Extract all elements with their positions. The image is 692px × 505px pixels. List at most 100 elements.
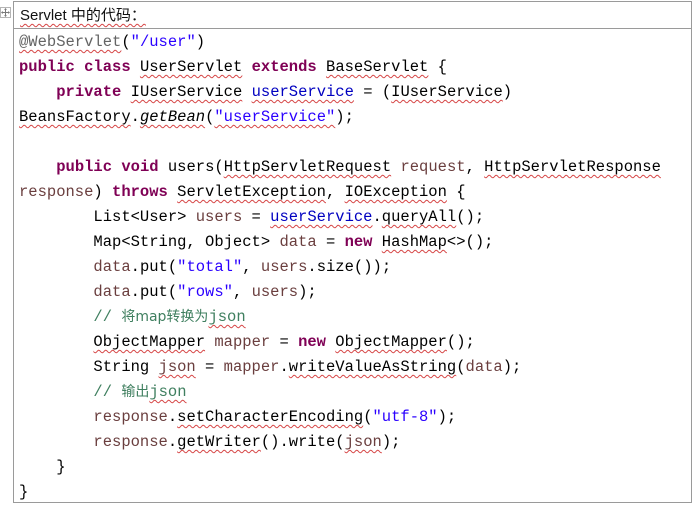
- code-token: writeValueAsString: [288, 358, 457, 376]
- code-token: .put(: [130, 258, 178, 276]
- code-token: <>();: [446, 233, 494, 251]
- code-token: HttpServletRequest: [223, 158, 392, 176]
- code-line: @WebServlet("/user"): [19, 30, 689, 55]
- code-line: response.getWriter().write(json);: [19, 430, 689, 455]
- code-token: (: [456, 358, 466, 376]
- code-table: Servlet 中的代码： @WebServlet("/user") public…: [13, 1, 692, 503]
- code-line: // 输出json: [19, 380, 689, 405]
- code-token: users: [251, 283, 299, 301]
- code-token: BaseServlet: [326, 58, 429, 76]
- code-line: public void users(HttpServletRequest req…: [19, 155, 689, 180]
- code-token: userService: [270, 208, 373, 226]
- code-token: }: [19, 483, 29, 501]
- code-line: List<User> users = userService.queryAll(…: [19, 205, 689, 230]
- code-line: public class UserServlet extends BaseSer…: [19, 55, 689, 80]
- code-line: data.put("rows", users);: [19, 280, 689, 305]
- code-token: (: [205, 108, 215, 126]
- code-token: ,: [242, 258, 261, 276]
- move-handle-icon[interactable]: [0, 5, 11, 18]
- code-token: getWriter: [177, 433, 261, 451]
- code-token: IUserService: [130, 83, 243, 101]
- code-token: (: [363, 408, 373, 426]
- code-token: //: [19, 308, 122, 326]
- code-token: users: [260, 258, 308, 276]
- code-token: userService: [251, 83, 354, 101]
- code-token: =: [270, 333, 299, 351]
- code-line: response.setCharacterEncoding("utf-8");: [19, 405, 689, 430]
- code-token: response: [93, 408, 168, 426]
- code-token: response: [19, 183, 94, 201]
- code-token: .: [130, 108, 140, 126]
- code-token: String: [19, 358, 159, 376]
- code-token: queryAll: [381, 208, 457, 226]
- code-token: ();: [446, 333, 475, 351]
- code-token: = (: [353, 83, 392, 101]
- code-token: data: [93, 258, 131, 276]
- code-line: ObjectMapper mapper = new ObjectMapper()…: [19, 330, 689, 355]
- code-token: users: [195, 208, 243, 226]
- code-token: ServletException: [177, 183, 326, 201]
- code-token: {: [446, 183, 466, 201]
- code-token: data: [279, 233, 317, 251]
- code-token: .: [372, 208, 382, 226]
- code-token: users(: [158, 158, 224, 176]
- code-token: );: [437, 408, 457, 426]
- code-token: json: [344, 433, 382, 451]
- code-token: ): [93, 183, 113, 201]
- code-line: }: [19, 480, 689, 505]
- code-token: "utf-8": [372, 408, 438, 426]
- code-token: json: [149, 383, 187, 401]
- table-header-cell: Servlet 中的代码：: [14, 2, 691, 29]
- code-line: Map<String, Object> data = new HashMap<>…: [19, 230, 689, 255]
- code-token: new: [344, 233, 373, 251]
- code-token: json: [208, 308, 246, 326]
- code-token: public: [19, 58, 75, 76]
- code-token: .: [167, 408, 178, 426]
- code-token: ,: [232, 283, 252, 301]
- code-token: data: [93, 283, 131, 301]
- code-token: ): [502, 83, 513, 101]
- code-token: );: [381, 433, 401, 451]
- code-token: (: [121, 33, 131, 51]
- code-token: HashMap: [381, 233, 447, 251]
- code-token: =: [242, 208, 271, 226]
- code-token: );: [298, 283, 317, 301]
- code-line: response) throws ServletException, IOExc…: [19, 180, 689, 205]
- code-token: new: [298, 333, 326, 351]
- code-line: }: [19, 455, 689, 480]
- code-token: );: [502, 358, 522, 376]
- code-token: json: [158, 358, 196, 376]
- code-token: 输出: [121, 384, 150, 400]
- code-token: BeansFactory: [19, 108, 131, 126]
- code-token: .put(: [130, 283, 178, 301]
- code-token: "/user": [130, 33, 196, 51]
- code-token: ,: [325, 183, 345, 201]
- code-token: "userService": [214, 108, 336, 126]
- code-token: "total": [177, 258, 243, 276]
- code-token: IOException: [344, 183, 447, 201]
- code-token: data: [465, 358, 503, 376]
- header-label: Servlet 中的代码：: [20, 7, 146, 24]
- code-token: ObjectMapper: [93, 333, 206, 351]
- code-token: =: [195, 358, 224, 376]
- code-token: setCharacterEncoding: [177, 408, 364, 426]
- code-token: .: [167, 433, 178, 451]
- code-token: UserServlet: [139, 58, 243, 76]
